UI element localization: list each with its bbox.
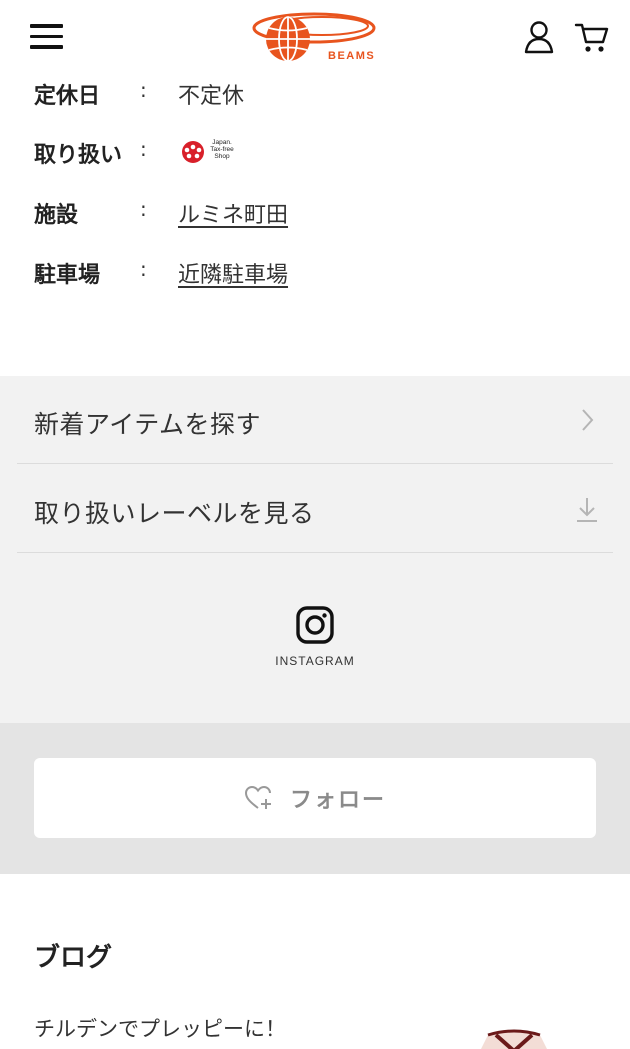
follow-label: フォロー — [289, 788, 386, 813]
user-icon[interactable] — [522, 20, 556, 54]
blog-post-thumbnail — [474, 1025, 554, 1049]
japan-tax-free-shop-icon: Japan. Tax-free Shop — [178, 139, 238, 167]
labels-link[interactable]: 取り扱いレーベルを見る — [17, 465, 613, 553]
info-row-facility: 施設 : ルミネ町田 — [34, 197, 614, 237]
info-label: 駐車場 — [34, 263, 101, 288]
store-links-section: 新着アイテムを探す 取り扱いレーベルを見る INSTAGRAM — [0, 376, 630, 723]
follow-button[interactable]: フォロー — [34, 758, 596, 838]
labels-label: 取り扱いレーベルを見る — [34, 499, 315, 528]
instagram-link[interactable]: INSTAGRAM — [255, 606, 375, 686]
app-header: BEAMS — [0, 0, 630, 76]
info-row-closed-days: 定休日 : 不定休 — [34, 78, 614, 118]
brand-name: BEAMS — [328, 50, 376, 62]
info-colon: : — [140, 197, 147, 221]
heart-plus-icon — [244, 785, 271, 809]
info-row-handling: 取り扱い : Japan. Tax-free Shop — [34, 137, 614, 177]
blog-heading: ブログ — [34, 943, 113, 973]
info-colon: : — [140, 78, 147, 102]
parking-link[interactable]: 近隣駐車場 — [178, 257, 288, 289]
beams-logo[interactable]: BEAMS — [252, 8, 378, 66]
follow-section: フォロー — [0, 723, 630, 874]
instagram-label: INSTAGRAM — [275, 654, 355, 668]
chevron-right-icon — [582, 409, 594, 431]
new-items-link[interactable]: 新着アイテムを探す — [17, 376, 613, 464]
blog-post-title: チルデンでプレッピーに！ — [34, 1017, 286, 1041]
info-label: 施設 — [34, 203, 79, 228]
info-colon: : — [140, 257, 147, 281]
cart-icon[interactable] — [574, 20, 610, 54]
info-colon: : — [140, 137, 147, 161]
facility-link[interactable]: ルミネ町田 — [178, 197, 288, 229]
tax-free-text: Japan. Tax-free Shop — [210, 139, 234, 160]
hamburger-icon[interactable] — [30, 24, 64, 50]
download-icon — [577, 498, 597, 522]
info-value: 不定休 — [178, 84, 245, 109]
info-label: 定休日 — [34, 84, 101, 109]
instagram-icon — [296, 606, 334, 644]
new-items-label: 新着アイテムを探す — [34, 410, 262, 439]
info-label: 取り扱い — [34, 143, 123, 168]
blog-post-item[interactable]: チルデンでプレッピーに！ — [34, 1010, 614, 1049]
info-row-parking: 駐車場 : 近隣駐車場 — [34, 257, 614, 297]
